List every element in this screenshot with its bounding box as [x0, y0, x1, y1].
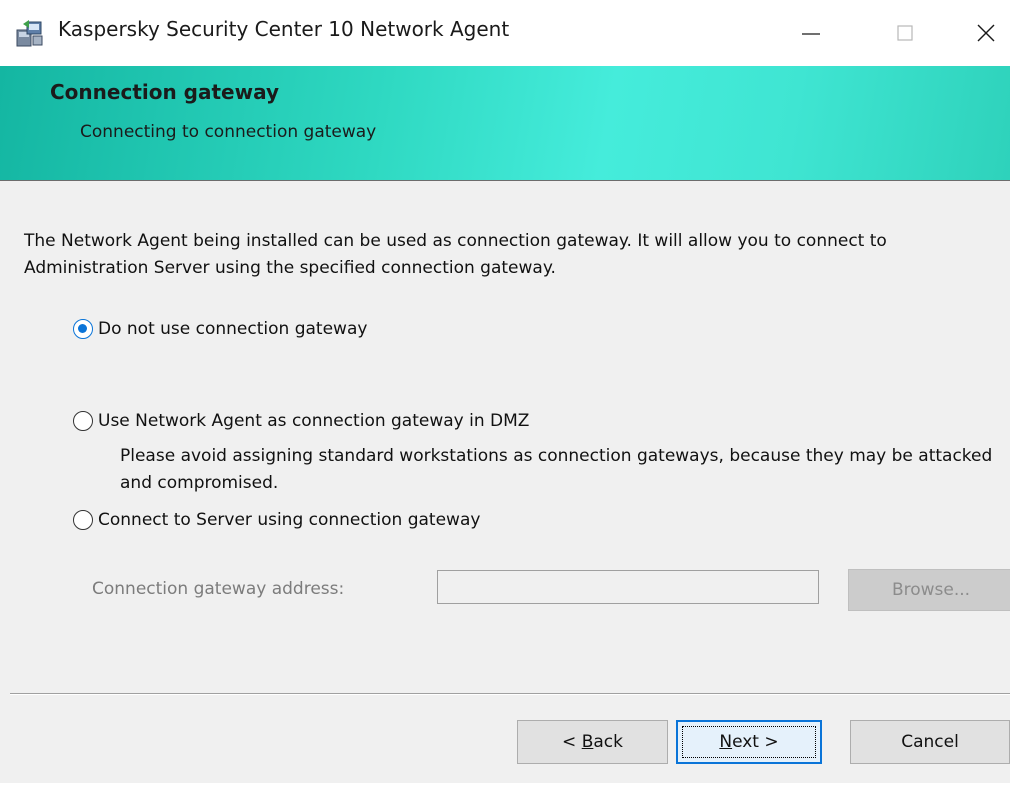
page-title: Connection gateway [50, 80, 280, 104]
focus-ring [682, 726, 816, 758]
option-connect-via-gateway[interactable]: Connect to Server using connection gatew… [73, 510, 480, 530]
header-banner: Connection gateway Connecting to connect… [0, 66, 1010, 181]
back-button[interactable]: < Back [517, 720, 668, 764]
minimize-icon [802, 33, 820, 35]
installer-app-icon [16, 20, 43, 47]
radio-connect-via-gateway[interactable] [73, 510, 93, 530]
option-dmz-gateway-label[interactable]: Use Network Agent as connection gateway … [98, 411, 529, 431]
installer-window: Kaspersky Security Center 10 Network Age… [0, 0, 1010, 783]
option-dmz-gateway[interactable]: Use Network Agent as connection gateway … [73, 411, 529, 431]
page-subtitle: Connecting to connection gateway [80, 122, 377, 142]
footer-divider [10, 693, 1010, 695]
window-title: Kaspersky Security Center 10 Network Age… [58, 17, 510, 41]
back-button-prefix: < [562, 732, 582, 752]
option-no-gateway-label[interactable]: Do not use connection gateway [98, 319, 367, 339]
back-button-mnemonic: B [581, 732, 594, 752]
close-button[interactable] [964, 10, 1008, 56]
option-connect-via-gateway-label[interactable]: Connect to Server using connection gatew… [98, 510, 480, 530]
dmz-warning-note: Please avoid assigning standard workstat… [120, 446, 993, 493]
close-icon [977, 24, 995, 42]
minimize-button[interactable] [789, 10, 833, 56]
radio-no-gateway[interactable] [73, 319, 93, 339]
maximize-icon [897, 25, 913, 41]
back-button-rest: ack [593, 732, 623, 752]
title-bar[interactable]: Kaspersky Security Center 10 Network Age… [0, 0, 1010, 66]
next-button[interactable]: Next > [676, 720, 822, 764]
gateway-address-input[interactable] [437, 570, 819, 604]
option-no-gateway[interactable]: Do not use connection gateway [73, 319, 367, 339]
description-text: The Network Agent being installed can be… [24, 231, 887, 278]
gateway-address-label: Connection gateway address: [92, 579, 345, 599]
cancel-button[interactable]: Cancel [850, 720, 1010, 764]
browse-button[interactable]: Browse... [848, 569, 1010, 611]
maximize-button[interactable] [883, 10, 927, 56]
radio-dmz-gateway[interactable] [73, 411, 93, 431]
